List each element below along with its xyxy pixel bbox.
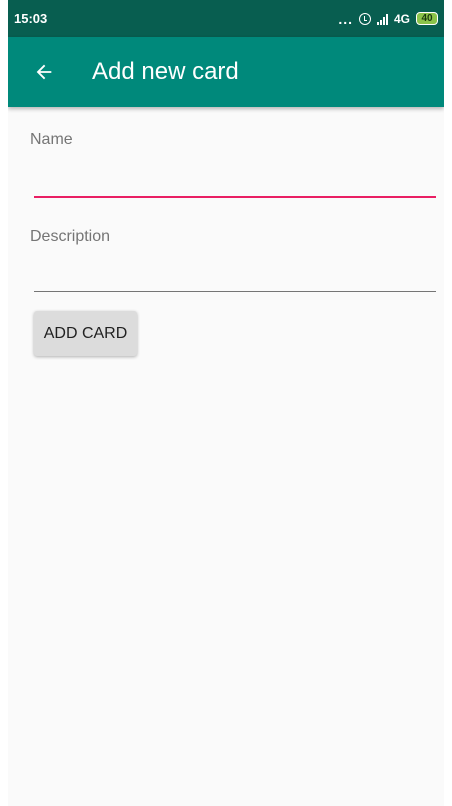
battery-level: 40 — [421, 13, 433, 24]
notification-dots: ... — [338, 10, 353, 27]
name-label: Name — [30, 131, 73, 148]
add-card-button[interactable]: ADD CARD — [34, 311, 137, 356]
status-time: 15:03 — [14, 11, 48, 26]
network-type: 4G — [393, 11, 410, 26]
add-card-button-label: ADD CARD — [43, 324, 128, 342]
name-input[interactable] — [34, 168, 440, 198]
description-label: Description — [30, 228, 111, 245]
status-bar: 15:03 ... 4G 40 — [8, 0, 444, 37]
arrow-back-icon — [36, 64, 52, 80]
description-underline — [34, 291, 436, 292]
page-title: Add new card — [92, 58, 239, 85]
back-button[interactable] — [16, 44, 72, 100]
name-underline — [34, 196, 436, 198]
signal-icon — [376, 13, 388, 25]
alarm-icon — [358, 12, 371, 25]
screen: 15:03 ... 4G 40 Add new card Name Descri… — [8, 0, 444, 806]
description-input[interactable] — [34, 263, 440, 293]
battery-icon: 40 — [416, 12, 438, 25]
status-icons: ... 4G 40 — [338, 11, 438, 27]
app-bar: Add new card — [8, 37, 444, 107]
